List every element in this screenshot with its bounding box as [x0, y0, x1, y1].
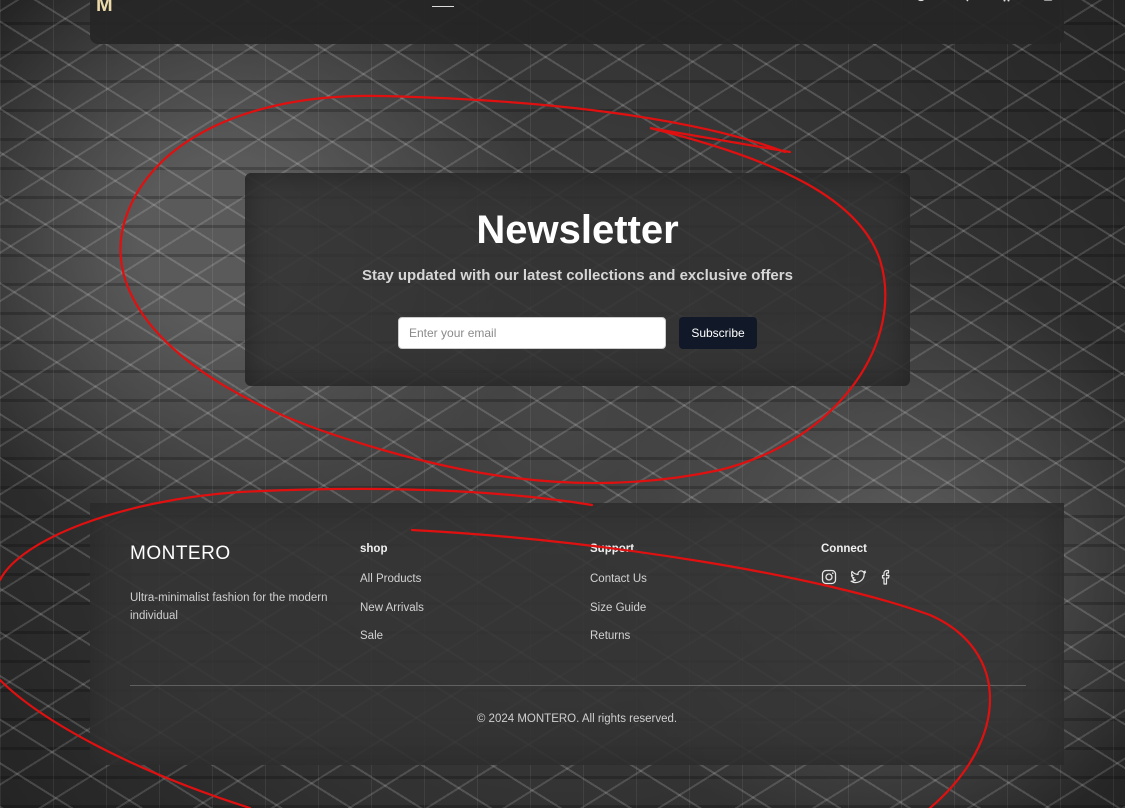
nav-link-active[interactable]: [432, 0, 454, 7]
facebook-icon[interactable]: [880, 569, 892, 585]
header-icons: [915, 0, 1054, 2]
copyright-text: © 2024 MONTERO. All rights reserved.: [476, 713, 678, 725]
newsletter-subtitle: Stay updated with our latest collections…: [362, 267, 793, 284]
globe-icon[interactable]: [915, 0, 927, 2]
footer-connect-heading: Connect: [821, 543, 867, 555]
user-icon[interactable]: [1042, 0, 1054, 2]
site-footer: MONTERO Ultra-minimalist fashion for the…: [90, 503, 1064, 765]
footer-support-column: Support Contact Us Size Guide Returns: [590, 541, 647, 658]
search-icon[interactable]: [957, 0, 969, 2]
footer-brand-tagline: Ultra-minimalist fashion for the modern …: [130, 592, 328, 622]
instagram-icon[interactable]: [821, 569, 837, 585]
footer-link-new-arrivals[interactable]: New Arrivals: [360, 601, 424, 630]
footer-link-sale[interactable]: Sale: [360, 629, 424, 658]
footer-support-links: Contact Us Size Guide Returns: [590, 572, 647, 658]
footer-divider: [130, 685, 1026, 686]
footer-shop-links: All Products New Arrivals Sale: [360, 572, 424, 658]
email-input[interactable]: [398, 317, 666, 349]
footer-link-returns[interactable]: Returns: [590, 629, 647, 658]
footer-link-size-guide[interactable]: Size Guide: [590, 601, 647, 630]
newsletter-section: Newsletter Stay updated with our latest …: [245, 173, 910, 386]
newsletter-title: Newsletter: [476, 208, 679, 252]
brand-logo[interactable]: M: [96, 0, 113, 17]
footer-connect-column: Connect: [821, 541, 892, 585]
footer-brand-column: MONTERO Ultra-minimalist fashion for the…: [130, 541, 340, 625]
footer-shop-column: shop All Products New Arrivals Sale: [360, 541, 424, 658]
footer-link-all-products[interactable]: All Products: [360, 572, 424, 601]
main-nav: [350, 0, 700, 7]
newsletter-form: Subscribe: [398, 317, 757, 349]
subscribe-button[interactable]: Subscribe: [679, 317, 757, 349]
footer-shop-heading: shop: [360, 543, 388, 555]
footer-support-heading: Support: [590, 543, 635, 555]
top-navigation-bar: M: [90, 0, 1064, 44]
twitter-icon[interactable]: [850, 569, 867, 585]
footer-link-contact-us[interactable]: Contact Us: [590, 572, 647, 601]
footer-brand-name[interactable]: MONTERO: [130, 543, 340, 565]
cart-icon[interactable]: [999, 0, 1012, 2]
social-links: [821, 569, 892, 585]
